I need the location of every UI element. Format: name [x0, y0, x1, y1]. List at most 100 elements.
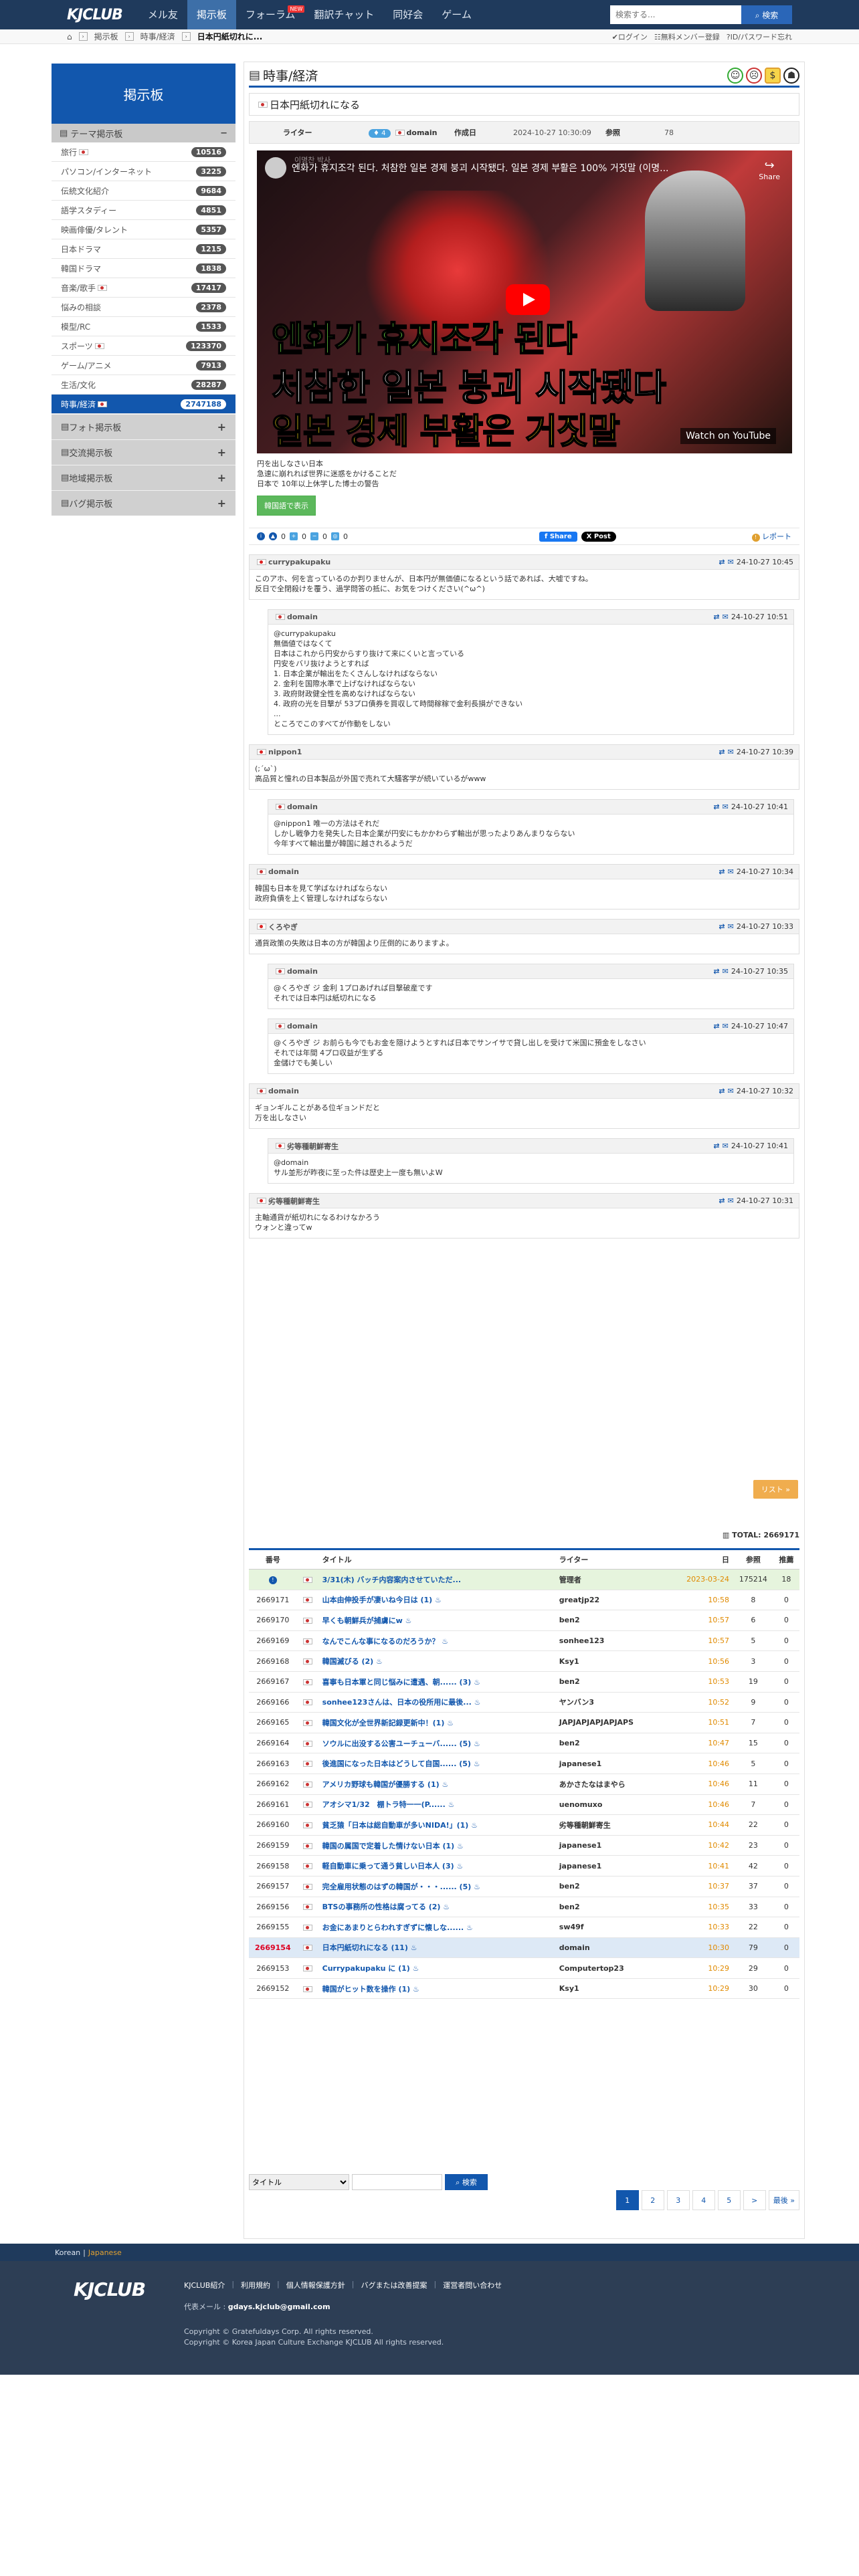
video-share[interactable]: ↪ Share	[759, 158, 780, 181]
sidebar-item[interactable]: 旅行 10516	[52, 142, 235, 162]
row-writer[interactable]: あかさたなはまやら	[555, 1774, 668, 1795]
post-writer[interactable]: ♦ 4 domain	[369, 128, 449, 138]
sidebar-item[interactable]: 時事/経済 2747188	[52, 395, 235, 414]
youtube-embed[interactable]: 엔화가 휴지조각 된다. 처참한 일본 경제 붕괴 시작됐다. 일본 경제 부활…	[257, 150, 792, 453]
swap-icon[interactable]: ⇄	[719, 1196, 725, 1205]
table-row[interactable]: 2669162 アメリカ野球も韓国が優勝する (1) ♨ あかさたなはまやら 10:4…	[249, 1774, 799, 1795]
sidebar-item[interactable]: パソコン/インターネット 3225	[52, 162, 235, 181]
search-field-select[interactable]: タイトル	[249, 2174, 349, 2190]
row-writer[interactable]: JAPJAPJAPJAPJAPS	[555, 1712, 668, 1733]
swap-icon[interactable]: ⇄	[719, 922, 725, 931]
comment-author[interactable]: domain	[268, 1087, 299, 1095]
row-title[interactable]: Currypakupaku に (1) ♨	[318, 1957, 555, 1979]
row-writer[interactable]: greatjp22	[555, 1590, 668, 1611]
sidebar-group[interactable]: ▤ 交流掲示板 +	[52, 439, 235, 465]
row-writer[interactable]: japanese1	[555, 1835, 668, 1856]
table-row[interactable]: 2669163 後進国になった日本はどうして自国...... (5) ♨ japan…	[249, 1753, 799, 1774]
table-row[interactable]: 2669153 Currypakupaku に (1) ♨ Computertop2…	[249, 1957, 799, 1979]
people-icon[interactable]: ☗	[783, 67, 799, 84]
page-button[interactable]: 2	[641, 2190, 664, 2210]
row-writer[interactable]: ben2	[555, 1897, 668, 1918]
table-row[interactable]: 2669168 韓国滅びる (2) ♨ Ksy1 10:56 3 0	[249, 1650, 799, 1672]
row-title[interactable]: 貧乏猿「日本は総自動車が多いNIDA!」(1) ♨	[318, 1814, 555, 1836]
footer-link[interactable]: 個人情報保護方針	[286, 2280, 345, 2290]
nav-forum[interactable]: フォーラム NEW	[236, 0, 305, 29]
row-writer[interactable]: 劣等種朝鮮寄生	[555, 1814, 668, 1836]
video-title[interactable]: 엔화가 휴지조각 된다. 처참한 일본 경제 붕괴 시작됐다. 일본 경제 부활…	[292, 161, 669, 175]
sidebar-group[interactable]: ▤ バグ掲示板 +	[52, 490, 235, 516]
table-row[interactable]: 2669152 韓国がヒット数を操作 (1) ♨ Ksy1 10:29 30 0	[249, 1978, 799, 2000]
breadcrumb-board[interactable]: 掲示板	[94, 31, 118, 42]
comment-author[interactable]: 劣等種朝鮮寄生	[268, 1196, 320, 1206]
recommend-icon[interactable]: ▲	[269, 532, 277, 540]
x-post-button[interactable]: X Post	[581, 531, 616, 542]
sidebar-item[interactable]: ゲーム/アニメ 7913	[52, 356, 235, 375]
row-writer[interactable]: japanese1	[555, 1855, 668, 1876]
row-title[interactable]: 韓国滅びる (2) ♨	[318, 1650, 555, 1672]
row-writer[interactable]: Ksy1	[555, 1650, 668, 1672]
comment-author[interactable]: domain	[287, 802, 318, 811]
table-row[interactable]: 2669160 貧乏猿「日本は総自動車が多いNIDA!」(1) ♨ 劣等種朝鮮寄生 1…	[249, 1814, 799, 1836]
sidebar-section-header[interactable]: ▤ テーマ掲示板 −	[52, 124, 235, 142]
lang-korean[interactable]: Korean	[55, 2248, 80, 2257]
sidebar-item[interactable]: 韓国ドラマ 1838	[52, 259, 235, 278]
row-title[interactable]: 後進国になった日本はどうして自国...... (5) ♨	[318, 1753, 555, 1774]
bottom-search-input[interactable]	[352, 2174, 442, 2190]
footer-logo[interactable]: KJCLUB	[74, 2278, 146, 2300]
table-row[interactable]: 2669166 sonhee123さんは、日本の役所用に最後... ♨ ヤンバン3 1…	[249, 1692, 799, 1713]
row-writer[interactable]: japanese1	[555, 1753, 668, 1774]
swap-icon[interactable]: ⇄	[713, 802, 719, 811]
info-icon[interactable]: i	[257, 532, 265, 540]
swap-icon[interactable]: ⇄	[713, 1142, 719, 1150]
row-title[interactable]: なんでこんな事になるのだろうか？ ♨	[318, 1630, 555, 1652]
row-title[interactable]: 軽自動車に乗って通う貧しい日本人 (3) ♨	[318, 1855, 555, 1876]
register-link[interactable]: ☷無料メンバー登録	[654, 31, 720, 42]
table-row[interactable]: 2669156 BTSの事務所の性格は腐ってる (2) ♨ ben2 10:35 33 0	[249, 1897, 799, 1918]
reply-icon[interactable]: ✉	[723, 802, 729, 811]
table-row[interactable]: 2669167 喜寧も日本軍と同じ悩みに遭遇、朝...... (3) ♨ ben2 1…	[249, 1671, 799, 1693]
footer-link[interactable]: バグまたは改善提案	[361, 2280, 427, 2290]
coin-icon[interactable]: $	[765, 67, 781, 84]
nav-club[interactable]: 同好会	[383, 0, 432, 29]
sidebar-item[interactable]: 模型/RC 1533	[52, 317, 235, 336]
breadcrumb-category[interactable]: 時事/経済	[140, 31, 175, 42]
table-row[interactable]: 2669154 日本円紙切れになる (11) ♨ domain 10:30 79 0	[249, 1937, 799, 1959]
table-row[interactable]: 2669165 韓国文化が全世界新記録更新中！(1) ♨ JAPJAPJAPJAPJ…	[249, 1712, 799, 1733]
translate-korean-button[interactable]: 韓国語で表示	[257, 496, 316, 516]
row-writer[interactable]: ben2	[555, 1671, 668, 1693]
row-title[interactable]: アオシマ1/32 棚トラ特一一(P...... ♨	[318, 1794, 555, 1816]
comment-author[interactable]: 劣等種朝鮮寄生	[287, 1141, 339, 1152]
row-title[interactable]: 3/31(木) バッチ内容案内させていただ...	[318, 1569, 555, 1590]
report-link[interactable]: ! レポート	[751, 531, 791, 542]
bottom-search-button[interactable]: ⌕ 検索	[445, 2174, 488, 2190]
frown-icon[interactable]: ☹	[746, 67, 762, 84]
reply-icon[interactable]: ✉	[723, 1142, 729, 1150]
smile-icon[interactable]: ☺	[727, 67, 743, 84]
comment-author[interactable]: domain	[287, 967, 318, 976]
table-row[interactable]: 2669169 なんでこんな事になるのだろうか？ ♨ sonhee123 10:57 5…	[249, 1630, 799, 1652]
page-button[interactable]: >	[743, 2190, 766, 2210]
site-logo[interactable]: KJCLUB	[67, 7, 123, 23]
reply-icon[interactable]: ✉	[728, 558, 734, 566]
row-title[interactable]: 日本円紙切れになる (11) ♨	[318, 1937, 555, 1959]
reply-icon[interactable]: ✉	[723, 613, 729, 621]
reply-icon[interactable]: ✉	[728, 867, 734, 876]
page-button[interactable]: 3	[666, 2190, 690, 2210]
row-writer[interactable]: domain	[555, 1937, 668, 1959]
row-writer[interactable]: sw49f	[555, 1917, 668, 1938]
sidebar-group[interactable]: ▤ フォト掲示板 +	[52, 414, 235, 439]
reply-icon[interactable]: ✉	[723, 967, 729, 976]
table-row[interactable]: 2669171 山本由伸投手が凄いね今日は (1) ♨ greatjp22 10:58…	[249, 1590, 799, 1611]
reply-icon[interactable]: ✉	[728, 1087, 734, 1095]
swap-icon[interactable]: ⇄	[719, 748, 725, 756]
row-writer[interactable]: ben2	[555, 1610, 668, 1631]
sidebar-item[interactable]: 音楽/歌手 17417	[52, 278, 235, 298]
table-row[interactable]: ! 3/31(木) バッチ内容案内させていただ... 管理者 2023-03-24 17…	[249, 1569, 799, 1590]
row-title[interactable]: 喜寧も日本軍と同じ悩みに遭遇、朝...... (3) ♨	[318, 1671, 555, 1693]
row-title[interactable]: sonhee123さんは、日本の役所用に最後... ♨	[318, 1692, 555, 1713]
page-button[interactable]: 最後 »	[768, 2190, 799, 2210]
vote-icon[interactable]: ◎	[331, 532, 339, 540]
nav-mail-friends[interactable]: メル友	[138, 0, 187, 29]
nav-translate-chat[interactable]: 翻訳チャット	[304, 0, 383, 29]
swap-icon[interactable]: ⇄	[719, 867, 725, 876]
